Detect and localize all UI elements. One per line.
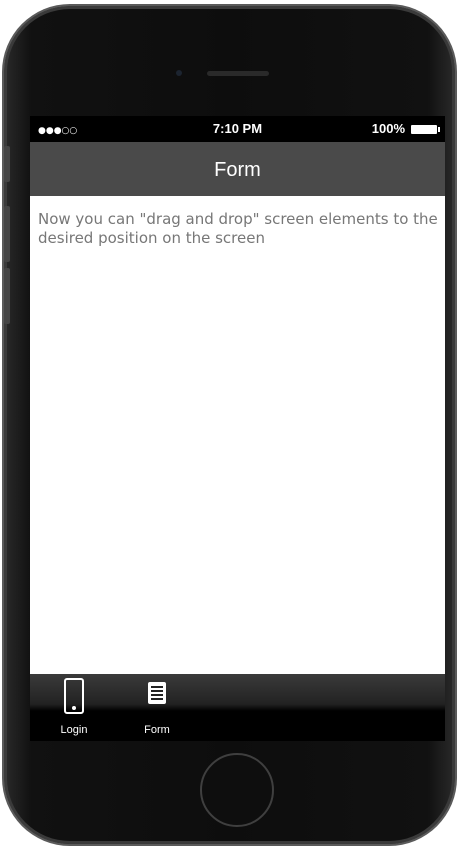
phone-frame: ●●●○○ 7:10 PM 100% Form Now you can "dra… (4, 6, 455, 844)
instruction-text: Now you can "drag and drop" screen eleme… (38, 210, 438, 247)
phone-icon (64, 678, 84, 714)
earpiece-speaker (207, 71, 269, 76)
tab-login-label: Login (60, 724, 88, 736)
status-bar: ●●●○○ 7:10 PM 100% (30, 116, 445, 142)
navigation-bar: Form (30, 142, 445, 196)
battery-icon (411, 125, 440, 134)
tab-form-label: Form (144, 724, 170, 736)
battery-percent: 100% (371, 121, 405, 136)
tab-login[interactable]: Login (44, 674, 104, 741)
volume-up-button (4, 206, 10, 262)
home-button[interactable] (200, 753, 274, 827)
tab-form[interactable]: Form (127, 674, 187, 741)
form-list-icon (148, 682, 166, 704)
page-title: Form (214, 159, 261, 181)
front-camera (176, 70, 182, 76)
mute-switch (4, 146, 10, 182)
tab-bar: Login Form (30, 674, 445, 741)
volume-down-button (4, 268, 10, 324)
phone-screen: ●●●○○ 7:10 PM 100% Form Now you can "dra… (30, 116, 445, 741)
